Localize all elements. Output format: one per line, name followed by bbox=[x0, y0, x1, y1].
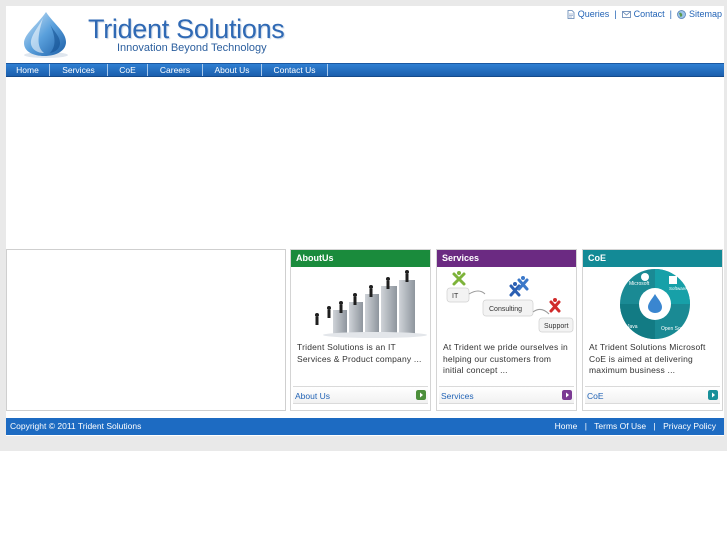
queries-link[interactable]: Queries bbox=[567, 9, 610, 19]
about-us-link[interactable]: About Us bbox=[295, 391, 330, 401]
about-us-panel-text: Trident Solutions is an IT Services & Pr… bbox=[297, 342, 422, 364]
top-links-separator: | bbox=[614, 9, 617, 19]
footer-privacy-link[interactable]: Privacy Policy bbox=[663, 421, 716, 431]
services-panel-text: At Trident we pride ourselves in helping… bbox=[443, 342, 568, 375]
logo-drop-icon[interactable] bbox=[16, 10, 72, 58]
nav-contact-us[interactable]: Contact Us bbox=[262, 64, 328, 76]
brand-tagline: Innovation Beyond Technology bbox=[117, 42, 267, 54]
coe-panel-title: CoE bbox=[583, 250, 722, 267]
open-source-image-label: Open Source bbox=[661, 326, 691, 332]
consulting-image-label: Consulting bbox=[489, 306, 522, 313]
support-image-label: Support bbox=[544, 323, 569, 330]
business-people-chart-image bbox=[291, 268, 430, 341]
it-consulting-support-image: IT Consulting Support bbox=[437, 268, 576, 341]
contact-link[interactable]: Contact bbox=[621, 9, 665, 19]
sitemap-link[interactable]: Sitemap bbox=[677, 9, 722, 19]
sitemap-link-label: Sitemap bbox=[688, 9, 722, 19]
services-link[interactable]: Services bbox=[441, 391, 474, 401]
footer-separator: | bbox=[584, 421, 587, 431]
about-us-panel-footer: About Us bbox=[293, 386, 428, 404]
top-links: Queries | Contact | Sitemap bbox=[567, 9, 722, 19]
globe-icon bbox=[677, 9, 686, 19]
copyright-text: Copyright © 2011 Trident Solutions bbox=[10, 421, 142, 431]
coe-panel-footer: CoE bbox=[585, 386, 720, 404]
it-image-label: IT bbox=[452, 293, 459, 300]
contact-link-label: Contact bbox=[633, 9, 665, 19]
nav-careers[interactable]: Careers bbox=[148, 64, 203, 76]
page-container: Trident Solutions Innovation Beyond Tech… bbox=[6, 6, 724, 436]
arrow-right-icon[interactable] bbox=[708, 390, 718, 400]
java-image-label: Java bbox=[627, 324, 638, 330]
arrow-right-icon[interactable] bbox=[416, 390, 426, 400]
microsoft-image-label: Microsoft bbox=[629, 281, 650, 287]
top-links-separator: | bbox=[669, 9, 672, 19]
services-panel-title: Services bbox=[437, 250, 576, 267]
coe-panel: CoE Microsoft Software Testing Java Open… bbox=[582, 249, 723, 411]
left-content-box bbox=[6, 249, 286, 411]
footer-terms-link[interactable]: Terms Of Use bbox=[594, 421, 646, 431]
main-nav: Home Services CoE Careers About Us Conta… bbox=[6, 63, 724, 77]
nav-about-us[interactable]: About Us bbox=[203, 64, 262, 76]
header: Trident Solutions Innovation Beyond Tech… bbox=[6, 6, 724, 63]
brand-name: Trident Solutions bbox=[88, 14, 285, 44]
footer-links: Home | Terms Of Use | Privacy Policy bbox=[555, 418, 716, 435]
footer-separator: | bbox=[653, 421, 656, 431]
about-us-panel: AboutUs Trident Solutions is an IT Servi… bbox=[290, 249, 431, 411]
arrow-right-icon[interactable] bbox=[562, 390, 572, 400]
nav-coe[interactable]: CoE bbox=[108, 64, 148, 76]
nav-home[interactable]: Home bbox=[6, 64, 50, 76]
envelope-icon bbox=[621, 10, 631, 18]
banner-area bbox=[6, 78, 724, 248]
software-testing-image-label: Software Testing bbox=[669, 286, 703, 291]
about-us-panel-title: AboutUs bbox=[291, 250, 430, 267]
services-panel: Services IT Consulting Support At Triden… bbox=[436, 249, 577, 411]
services-panel-footer: Services bbox=[439, 386, 574, 404]
document-icon bbox=[567, 9, 575, 19]
coe-panel-text: At Trident Solutions Microsoft CoE is ai… bbox=[589, 342, 706, 375]
coe-ring-image: Microsoft Software Testing Java Open Sou… bbox=[583, 268, 722, 341]
coe-link[interactable]: CoE bbox=[587, 391, 604, 401]
nav-services[interactable]: Services bbox=[50, 64, 108, 76]
footer: Copyright © 2011 Trident Solutions Home … bbox=[6, 418, 724, 435]
queries-link-label: Queries bbox=[577, 9, 610, 19]
footer-home-link[interactable]: Home bbox=[555, 421, 578, 431]
